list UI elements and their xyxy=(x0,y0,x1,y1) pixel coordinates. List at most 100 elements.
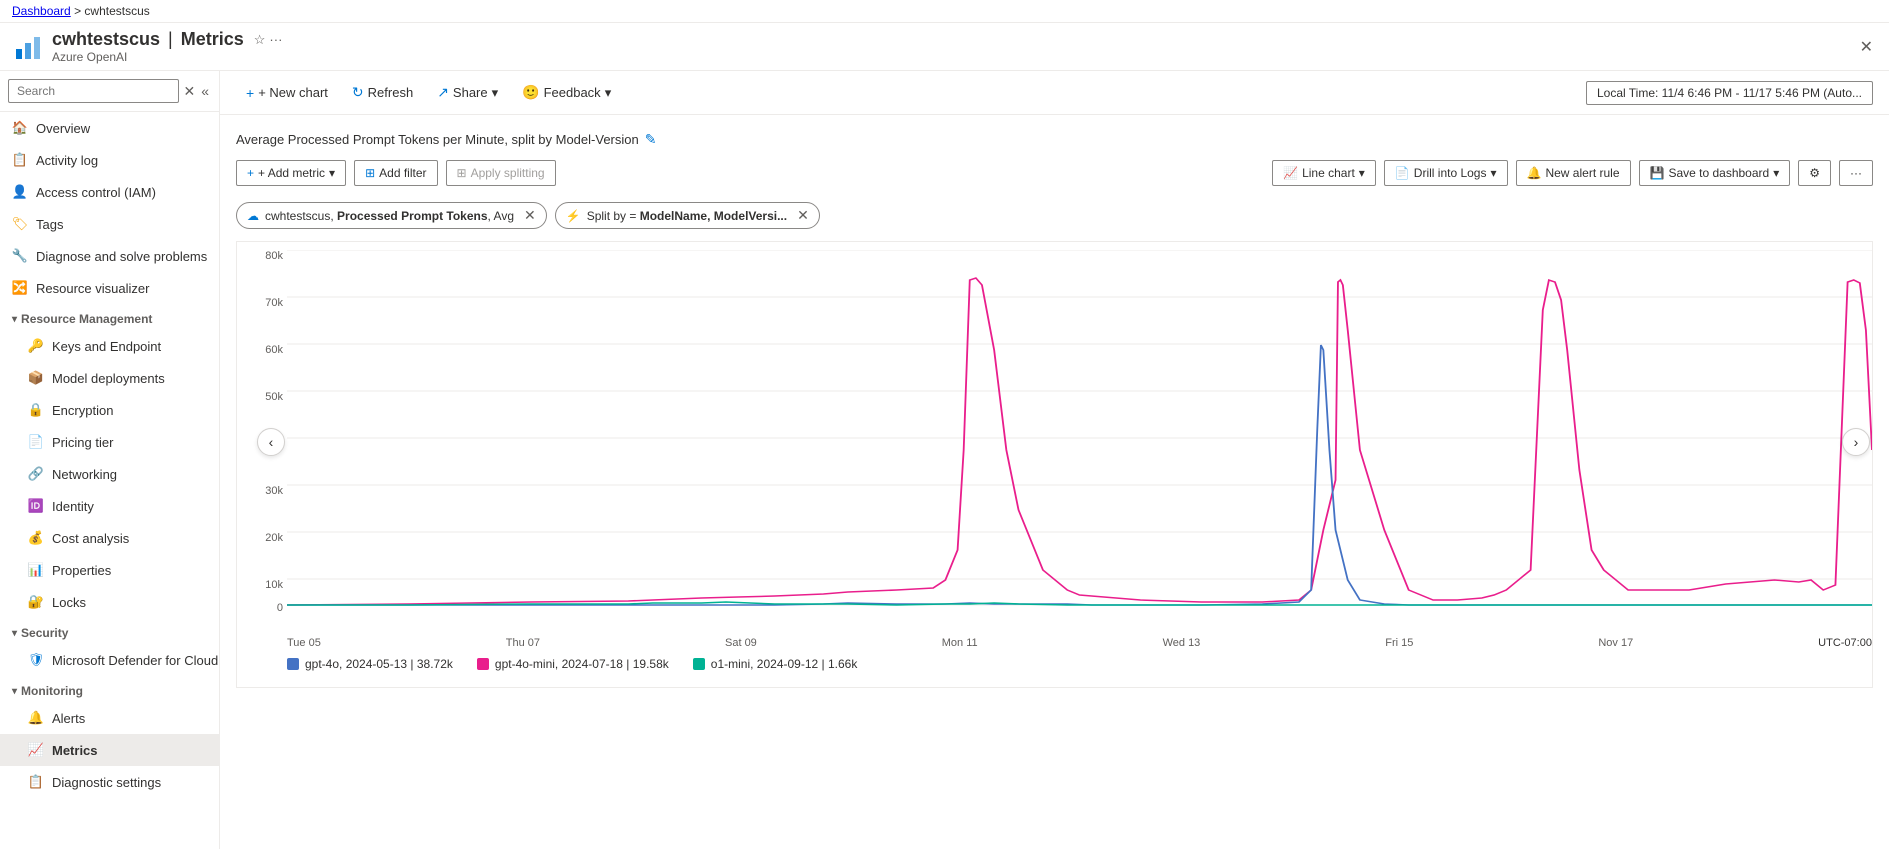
sidebar-item-model-deployments[interactable]: 📦 Model deployments xyxy=(0,362,219,394)
time-range-display[interactable]: Local Time: 11/4 6:46 PM - 11/17 5:46 PM… xyxy=(1586,81,1873,105)
x-axis-label-nov17: Nov 17 xyxy=(1598,637,1633,649)
chart-nav-right-button[interactable]: › xyxy=(1842,428,1870,456)
chart-settings-button[interactable]: ⚙ xyxy=(1798,160,1831,186)
sidebar-item-properties[interactable]: 📊 Properties xyxy=(0,554,219,586)
sidebar-item-overview[interactable]: 🏠 Overview xyxy=(0,112,219,144)
section-security[interactable]: ▾ Security xyxy=(0,618,219,644)
y-axis-label-20k: 20k xyxy=(237,532,283,544)
split-pill-close-icon[interactable]: ✕ xyxy=(797,207,809,224)
breadcrumb-parent[interactable]: Dashboard xyxy=(12,4,71,18)
breadcrumb: Dashboard > cwhtestscus xyxy=(0,0,1889,23)
sidebar-item-keys-endpoint[interactable]: 🔑 Keys and Endpoint xyxy=(0,330,219,362)
drill-logs-chevron-icon: ▾ xyxy=(1490,166,1496,180)
legend-item-o1-mini: o1-mini, 2024-09-12 | 1.66k xyxy=(693,657,858,671)
sidebar-item-tags[interactable]: 🏷 Tags xyxy=(0,208,219,240)
sidebar-item-label: Access control (IAM) xyxy=(36,185,156,200)
networking-icon: 🔗 xyxy=(28,466,44,482)
sidebar-item-encryption[interactable]: 🔒 Encryption xyxy=(0,394,219,426)
y-axis-label-10k: 10k xyxy=(237,579,283,591)
main-toolbar: + + New chart ↻ Refresh ↗ Share ▾ 🙂 Feed… xyxy=(220,71,1889,115)
chart-legend: gpt-4o, 2024-05-13 | 38.72k gpt-4o-mini,… xyxy=(287,649,1872,679)
add-metric-label: + Add metric xyxy=(258,166,325,180)
metric-pill-close-icon[interactable]: ✕ xyxy=(524,207,536,224)
sidebar-item-identity[interactable]: 🆔 Identity xyxy=(0,490,219,522)
sidebar-item-label: Activity log xyxy=(36,153,98,168)
close-button[interactable]: ✕ xyxy=(1856,33,1877,61)
new-alert-rule-button[interactable]: 🔔 New alert rule xyxy=(1516,160,1631,186)
chart-title-text: Average Processed Prompt Tokens per Minu… xyxy=(236,132,639,147)
app-icon xyxy=(12,31,44,63)
sidebar-collapse-icon[interactable]: « xyxy=(199,81,211,101)
metric-filter-pill[interactable]: ☁ cwhtestscus, Processed Prompt Tokens, … xyxy=(236,202,547,229)
section-label: Monitoring xyxy=(21,684,83,698)
sidebar-item-microsoft-defender[interactable]: 🛡 Microsoft Defender for Cloud xyxy=(0,644,219,676)
add-filter-icon: ⊞ xyxy=(365,166,375,180)
sidebar-item-pricing-tier[interactable]: 📄 Pricing tier xyxy=(0,426,219,458)
share-button[interactable]: ↗ Share ▾ xyxy=(427,79,508,106)
share-label: Share xyxy=(453,85,488,100)
apply-splitting-icon: ⊞ xyxy=(457,166,467,180)
chart-title-edit-icon[interactable]: ✎ xyxy=(645,131,657,148)
feedback-button[interactable]: 🙂 Feedback ▾ xyxy=(512,79,621,106)
chart-toolbar-left: + + Add metric ▾ ⊞ Add filter ⊞ Apply sp… xyxy=(236,160,556,186)
content-area: + + New chart ↻ Refresh ↗ Share ▾ 🙂 Feed… xyxy=(220,71,1889,849)
metric-pill-text: cwhtestscus, Processed Prompt Tokens, Av… xyxy=(265,209,514,223)
search-input[interactable] xyxy=(8,79,179,103)
new-chart-button[interactable]: + + New chart xyxy=(236,80,338,106)
sidebar-item-networking[interactable]: 🔗 Networking xyxy=(0,458,219,490)
title-separator: | xyxy=(168,29,173,50)
sidebar-item-resource-visualizer[interactable]: 🔀 Resource visualizer xyxy=(0,272,219,304)
apply-splitting-button[interactable]: ⊞ Apply splitting xyxy=(446,160,556,186)
sidebar-item-activity-log[interactable]: 📋 Activity log xyxy=(0,144,219,176)
sidebar-item-label: Model deployments xyxy=(52,371,165,386)
x-axis-label-tue: Tue 05 xyxy=(287,637,321,649)
y-axis-label-80k: 80k xyxy=(237,250,283,262)
sidebar-item-label: Diagnostic settings xyxy=(52,775,161,790)
sidebar-item-cost-analysis[interactable]: 💰 Cost analysis xyxy=(0,522,219,554)
metric-pill-icon: ☁ xyxy=(247,209,259,223)
sidebar-nav: 🏠 Overview 📋 Activity log 👤 Access contr… xyxy=(0,112,219,849)
split-filter-pill[interactable]: ⚡ Split by = ModelName, ModelVersi... ✕ xyxy=(555,202,820,229)
breadcrumb-current: cwhtestscus xyxy=(84,4,149,18)
add-metric-button[interactable]: + + Add metric ▾ xyxy=(236,160,346,186)
save-to-dashboard-button[interactable]: 💾 Save to dashboard ▾ xyxy=(1639,160,1791,186)
more-icon[interactable]: ··· xyxy=(269,32,282,47)
sidebar-item-access-control[interactable]: 👤 Access control (IAM) xyxy=(0,176,219,208)
keys-icon: 🔑 xyxy=(28,338,44,354)
sidebar-item-alerts[interactable]: 🔔 Alerts xyxy=(0,702,219,734)
line-chart-button[interactable]: 📈 Line chart ▾ xyxy=(1272,160,1376,186)
line-chart-label: Line chart xyxy=(1302,166,1355,180)
defender-icon: 🛡 xyxy=(28,652,44,668)
sidebar-item-label: Resource visualizer xyxy=(36,281,149,296)
search-clear-icon[interactable]: ✕ xyxy=(183,83,195,100)
chart-svg xyxy=(287,250,1872,630)
sidebar-item-locks[interactable]: 🔐 Locks xyxy=(0,586,219,618)
star-icon[interactable]: ☆ xyxy=(254,32,266,48)
section-monitoring[interactable]: ▾ Monitoring xyxy=(0,676,219,702)
save-dashboard-label: Save to dashboard xyxy=(1668,166,1769,180)
line-chart-chevron-icon: ▾ xyxy=(1359,166,1365,180)
legend-dot-o1-mini xyxy=(693,658,705,670)
section-chevron-icon: ▾ xyxy=(12,628,17,639)
section-resource-management[interactable]: ▾ Resource Management xyxy=(0,304,219,330)
sidebar: ✕ « 🏠 Overview 📋 Activity log 👤 Access c… xyxy=(0,71,220,849)
sidebar-item-diagnose[interactable]: 🔧 Diagnose and solve problems xyxy=(0,240,219,272)
sidebar-item-label: Tags xyxy=(36,217,63,232)
legend-item-gpt4o: gpt-4o, 2024-05-13 | 38.72k xyxy=(287,657,453,671)
sidebar-item-label: Networking xyxy=(52,467,117,482)
legend-dot-gpt4o-mini xyxy=(477,658,489,670)
chart-nav-left-button[interactable]: ‹ xyxy=(257,428,285,456)
add-filter-button[interactable]: ⊞ Add filter xyxy=(354,160,437,186)
metrics-icon: 📈 xyxy=(28,742,44,758)
y-axis-label-60k: 60k xyxy=(237,344,283,356)
sidebar-item-diagnostic-settings[interactable]: 📋 Diagnostic settings xyxy=(0,766,219,798)
legend-item-gpt4o-mini: gpt-4o-mini, 2024-07-18 | 19.58k xyxy=(477,657,669,671)
sidebar-item-metrics[interactable]: 📈 Metrics xyxy=(0,734,219,766)
refresh-button[interactable]: ↻ Refresh xyxy=(342,79,423,106)
x-axis-timezone: UTC-07:00 xyxy=(1818,637,1872,649)
chart-more-button[interactable]: ··· xyxy=(1839,160,1873,186)
drill-into-logs-button[interactable]: 📄 Drill into Logs ▾ xyxy=(1384,160,1508,186)
split-pill-text: Split by = ModelName, ModelVersi... xyxy=(587,209,787,223)
sidebar-item-label: Properties xyxy=(52,563,111,578)
section-label: Resource Management xyxy=(21,312,152,326)
